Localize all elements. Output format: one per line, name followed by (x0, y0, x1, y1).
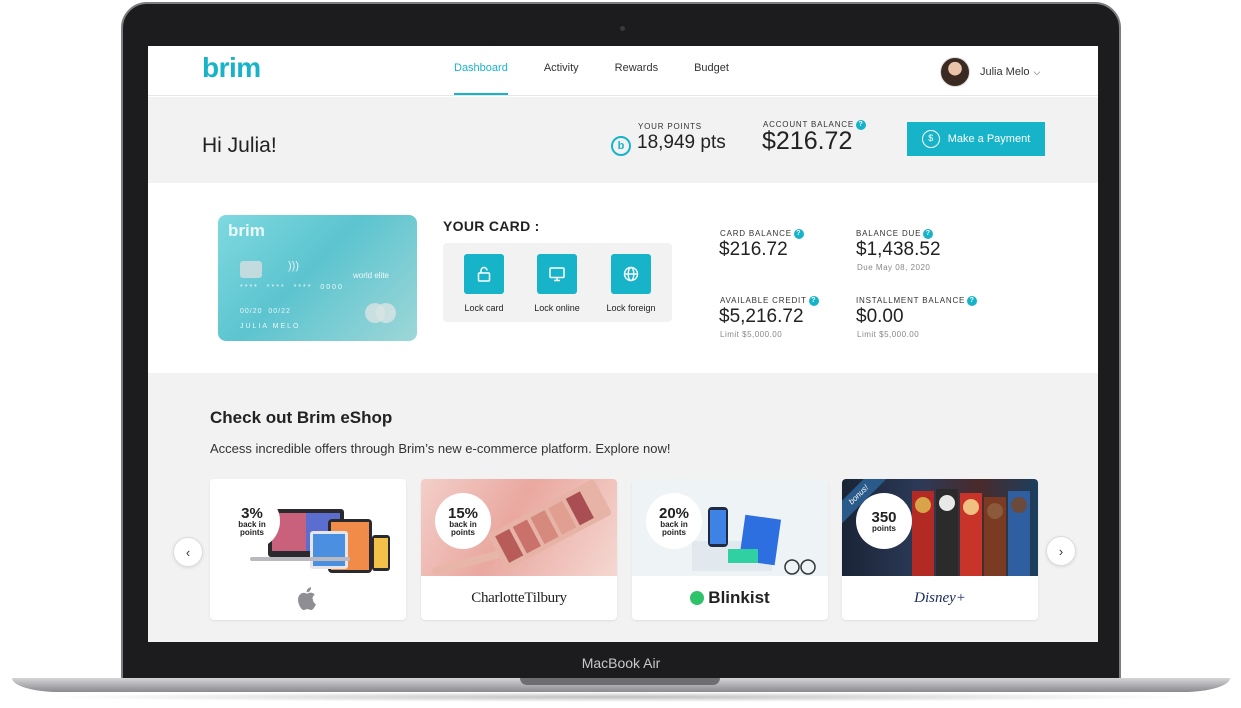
card-number: **** **** **** 0000 (240, 284, 344, 291)
available-credit-label: AVAILABLE CREDIT? (720, 296, 819, 306)
disney-plus-logo: Disney+ (914, 589, 966, 606)
charlotte-tilbury-logo: CharlotteTilbury (471, 589, 567, 606)
offer-caption: back in points (238, 519, 266, 537)
help-icon[interactable]: ? (808, 296, 819, 306)
camera-dot (620, 26, 625, 31)
offer-tile-charlotte-tilbury[interactable]: 15% back in points CharlotteTilbury (421, 479, 617, 620)
nav-rewards[interactable]: Rewards (615, 46, 658, 96)
card-dates: 00/20 00/22 (240, 308, 291, 315)
nav-dashboard[interactable]: Dashboard (454, 46, 508, 96)
points-label: YOUR POINTS (638, 122, 702, 131)
lock-online-label: Lock online (534, 303, 580, 313)
globe-icon (611, 254, 651, 294)
offer-percent: 20% (658, 504, 690, 522)
card-network-icon (365, 303, 396, 325)
card-controls: Lock card Lock online Lock foreign (443, 243, 672, 322)
offer-tile-disney-plus[interactable]: bonus! 350 points Disney+ (842, 479, 1038, 620)
nav-activity[interactable]: Activity (544, 46, 579, 96)
make-payment-label: Make a Payment (947, 133, 1031, 145)
carousel-prev-button[interactable]: ‹ (173, 537, 203, 567)
laptop-notch (520, 678, 720, 685)
installment-balance-label: INSTALLMENT BALANCE? (856, 296, 978, 306)
help-icon[interactable]: ? (855, 120, 866, 130)
offer-badge: 20% back in points (648, 495, 700, 547)
offer-caption: back in points (660, 519, 688, 537)
offer-percent: 3% (241, 504, 263, 522)
lock-foreign-button[interactable]: Lock foreign (601, 254, 661, 313)
card-tier: world elite (352, 271, 389, 280)
summary-band: Hi Julia! YOUR POINTS b 18,949 pts ACCOU… (148, 97, 1098, 183)
installment-limit: Limit $5,000.00 (857, 330, 920, 339)
offer-badge: 350 points (858, 495, 910, 547)
lock-online-button[interactable]: Lock online (527, 254, 587, 313)
offer-badge: 15% back in points (437, 495, 489, 547)
help-icon[interactable]: ? (923, 229, 934, 239)
installment-balance-label-text: INSTALLMENT BALANCE (856, 296, 966, 306)
device-label: MacBook Air (581, 655, 661, 671)
apple-icon (210, 576, 406, 620)
main-nav: Dashboard Activity Rewards Budget (454, 46, 765, 96)
user-name: Julia Melo (980, 66, 1030, 78)
greeting: Hi Julia! (202, 134, 277, 157)
lock-icon (464, 254, 504, 294)
lock-foreign-label: Lock foreign (606, 303, 656, 313)
card-logo: brim (228, 221, 265, 240)
eshop-description: Access incredible offers through Brim’s … (210, 441, 671, 456)
card-balance-value: $216.72 (719, 239, 788, 260)
app-screen: brim Dashboard Activity Rewards Budget J… (148, 46, 1098, 642)
card-holder: JULIA MELO (240, 323, 301, 330)
card-chip (240, 261, 262, 278)
offer-tile-blinkist[interactable]: 20% back in points Blinkist (632, 479, 828, 620)
help-icon[interactable]: ? (793, 229, 804, 239)
balance-due-label-text: BALANCE DUE (856, 229, 922, 239)
chevron-left-icon: ‹ (185, 544, 191, 560)
user-menu[interactable]: Julia Melo ⌵ (940, 57, 1040, 87)
lock-card-label: Lock card (464, 303, 504, 313)
offer-points: 350 (871, 508, 897, 526)
offer-caption: points (872, 523, 896, 533)
offer-caption: back in points (449, 519, 477, 537)
blinkist-brand-text: Blinkist (708, 588, 770, 607)
contactless-icon: ))) (288, 260, 299, 272)
points-icon: b (611, 136, 631, 156)
balance-due-value: $1,438.52 (856, 239, 941, 260)
your-card-title: YOUR CARD : (443, 218, 540, 234)
avatar (940, 57, 970, 87)
offer-percent: 15% (447, 504, 479, 522)
nav-budget[interactable]: Budget (694, 46, 729, 96)
payment-icon: $ (921, 130, 940, 148)
laptop-shadow (40, 692, 1200, 702)
offer-badge: 3% back in points (226, 495, 278, 547)
available-credit-value: $5,216.72 (719, 306, 804, 327)
available-credit-limit: Limit $5,000.00 (720, 330, 783, 339)
make-payment-button[interactable]: $ Make a Payment (907, 122, 1045, 156)
monitor-icon (537, 254, 577, 294)
balance-due-date: Due May 08, 2020 (857, 263, 931, 272)
offer-tile-apple[interactable]: 3% back in points (210, 479, 406, 620)
help-icon[interactable]: ? (967, 296, 978, 306)
chevron-down-icon: ⌵ (1033, 66, 1041, 77)
blinkist-icon (690, 591, 705, 605)
chevron-right-icon: › (1058, 543, 1064, 559)
installment-balance-value: $0.00 (856, 306, 904, 327)
eshop-title: Check out Brim eShop (210, 408, 393, 427)
available-credit-label-text: AVAILABLE CREDIT (720, 296, 807, 306)
credit-card: brim ))) world elite **** **** **** 0000… (218, 215, 417, 341)
brim-logo[interactable]: brim (202, 52, 261, 84)
blinkist-logo: Blinkist (632, 576, 828, 620)
points-value: 18,949 pts (637, 132, 726, 153)
account-balance-value: $216.72 (762, 127, 853, 155)
card-balance-label-text: CARD BALANCE (720, 229, 792, 239)
carousel-next-button[interactable]: › (1046, 536, 1076, 566)
balance-due-label: BALANCE DUE? (856, 229, 934, 239)
card-balance-label: CARD BALANCE? (720, 229, 804, 239)
lock-card-button[interactable]: Lock card (454, 254, 514, 313)
top-navbar: brim Dashboard Activity Rewards Budget J… (148, 46, 1098, 96)
